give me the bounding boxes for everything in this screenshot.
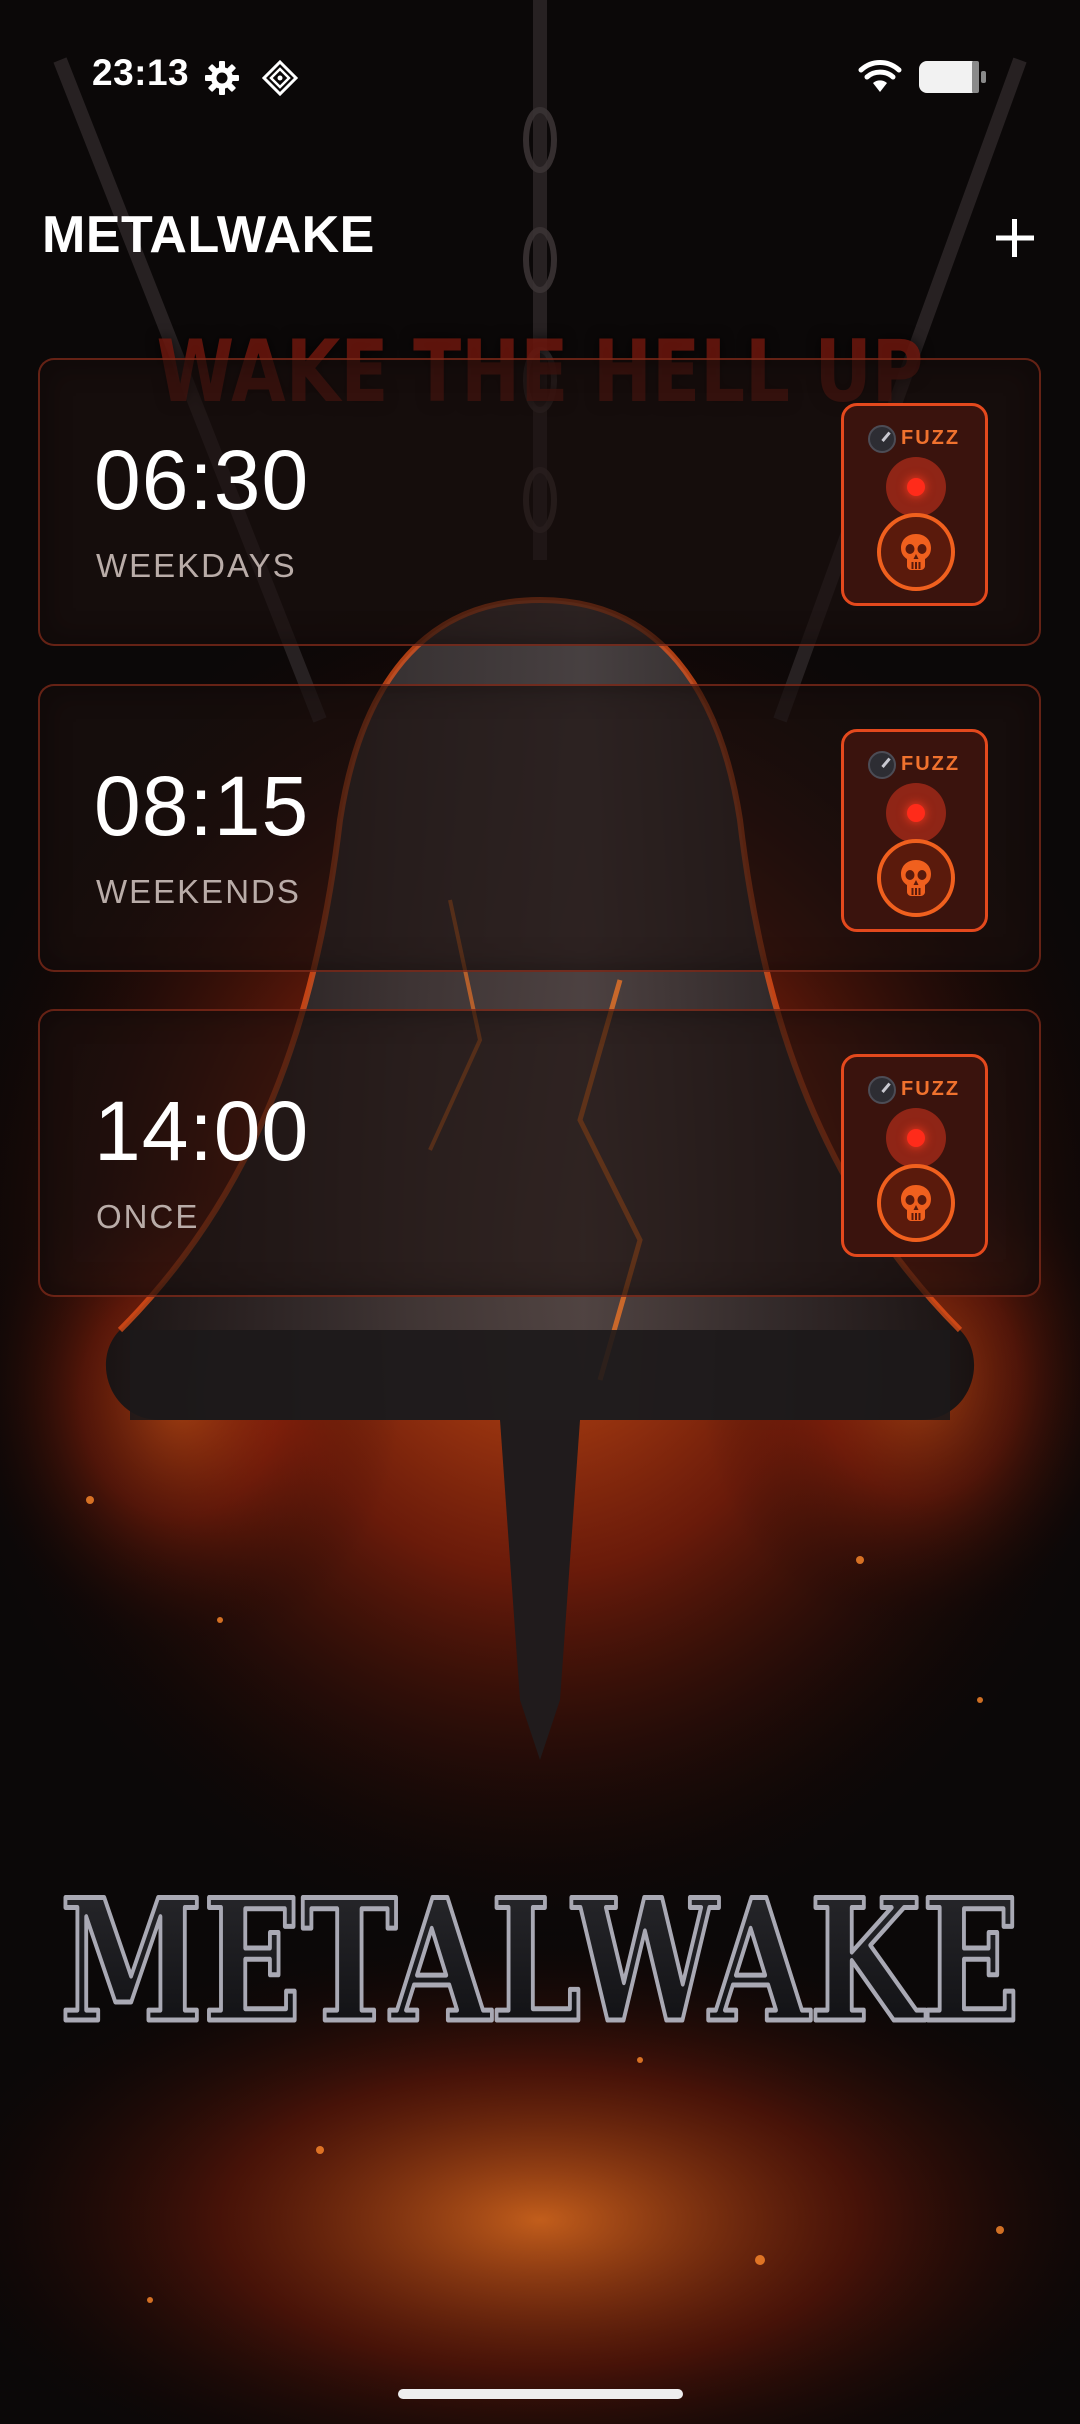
alarm-repeat: ONCE [96, 1198, 200, 1235]
alarm-toggle-pedal[interactable]: FUZZ [841, 729, 988, 932]
knob-icon [868, 425, 896, 453]
alarm-toggle-pedal[interactable]: FUZZ [841, 403, 988, 606]
alarm-time: 06:30 [94, 433, 310, 527]
svg-text:METALWAKE: METALWAKE [60, 1862, 1020, 2060]
footswitch[interactable] [877, 1164, 955, 1242]
alarm-card[interactable]: 14:00 ONCE FUZZ [38, 1009, 1041, 1297]
pedal-label: FUZZ [901, 753, 961, 775]
led-indicator [886, 457, 946, 517]
gear-icon [205, 61, 239, 95]
alarm-card[interactable]: 06:30 WEEKDAYS FUZZ [38, 358, 1041, 646]
alarm-time: 08:15 [94, 759, 310, 853]
led-indicator [886, 1108, 946, 1168]
home-indicator[interactable] [398, 2389, 683, 2399]
footswitch[interactable] [877, 839, 955, 917]
status-bar: 23:13 [0, 0, 1080, 150]
plus-icon [996, 219, 1034, 257]
alarm-card[interactable]: 08:15 WEEKENDS FUZZ [38, 684, 1041, 972]
alarm-repeat: WEEKDAYS [96, 547, 297, 584]
knob-icon [868, 751, 896, 779]
pedal-label: FUZZ [901, 427, 961, 449]
app-screen: METALWAKE 23:13 METALWAKE 06:30 WEEKDAYS… [0, 0, 1080, 2424]
skull-icon [901, 860, 931, 896]
status-time: 23:13 [92, 52, 190, 93]
diamond-logo-icon [262, 60, 298, 96]
wifi-icon [858, 60, 902, 92]
pedal-label: FUZZ [901, 1078, 961, 1100]
footswitch[interactable] [877, 513, 955, 591]
battery-icon [919, 61, 986, 93]
metalwake-logo: METALWAKE [58, 1860, 1023, 2063]
skull-icon [901, 534, 931, 570]
led-indicator [886, 783, 946, 843]
alarm-time: 14:00 [94, 1084, 310, 1178]
knob-icon [868, 1076, 896, 1104]
alarm-repeat: WEEKENDS [96, 873, 301, 910]
alarm-toggle-pedal[interactable]: FUZZ [841, 1054, 988, 1257]
skull-icon [901, 1185, 931, 1221]
add-alarm-button[interactable] [985, 205, 1045, 271]
app-title: METALWAKE [42, 206, 375, 264]
